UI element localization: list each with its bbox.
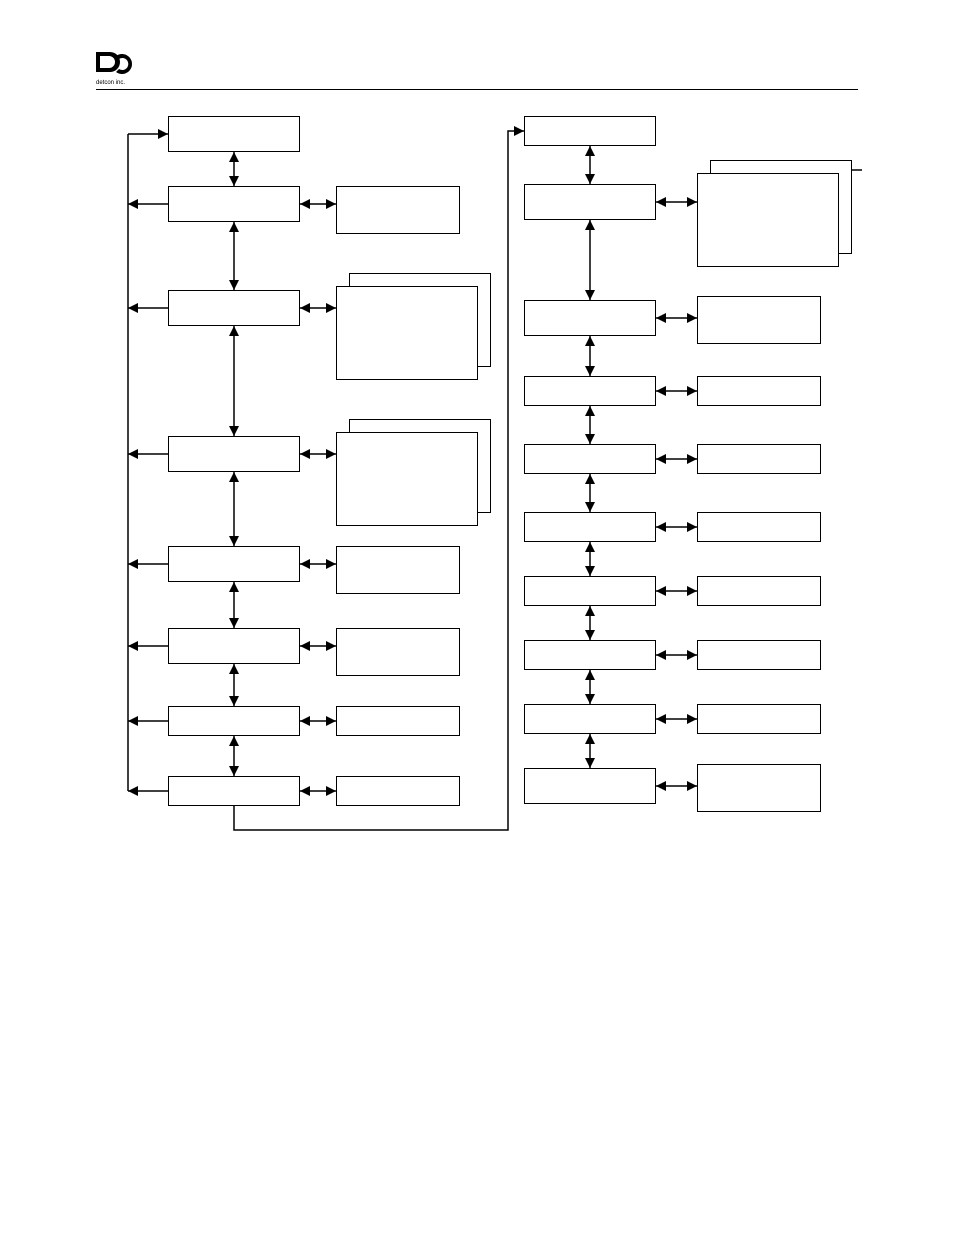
diagram-node-L7 [168, 776, 300, 806]
diagram-side-LS4 [336, 546, 460, 594]
diagram-node-R3 [524, 376, 656, 406]
diagram-side-LS2 [336, 286, 478, 380]
diagram-node-R6 [524, 576, 656, 606]
diagram-node-L2 [168, 290, 300, 326]
diagram-side-LS5 [336, 628, 460, 676]
diagram-side-RS7 [697, 640, 821, 670]
diagram-side-RS8 [697, 704, 821, 734]
brand-logo: detcon inc. [96, 52, 134, 86]
diagram-node-R1 [524, 184, 656, 220]
diagram-node-L0 [168, 116, 300, 152]
diagram-side-LS3 [336, 432, 478, 526]
diagram-side-RS2 [697, 296, 821, 344]
diagram-node-R8 [524, 704, 656, 734]
svg-text:detcon inc.: detcon inc. [96, 80, 125, 86]
diagram-node-L1 [168, 186, 300, 222]
diagram-side-RS3 [697, 376, 821, 406]
diagram-side-RS5 [697, 512, 821, 542]
diagram-side-LS7 [336, 776, 460, 806]
diagram-node-L5 [168, 628, 300, 664]
diagram-node-R0 [524, 116, 656, 146]
diagram-side-RS4 [697, 444, 821, 474]
diagram-node-L3 [168, 436, 300, 472]
diagram-node-R2 [524, 300, 656, 336]
diagram-node-L4 [168, 546, 300, 582]
diagram-side-RS1 [697, 173, 839, 267]
diagram-side-RS9 [697, 764, 821, 812]
diagram-node-R4 [524, 444, 656, 474]
diagram-node-L6 [168, 706, 300, 736]
diagram-side-LS1 [336, 186, 460, 234]
diagram-side-RS6 [697, 576, 821, 606]
diagram-node-R7 [524, 640, 656, 670]
diagram-side-LS6 [336, 706, 460, 736]
header-rule [96, 89, 858, 90]
diagram-node-R5 [524, 512, 656, 542]
diagram-node-R9 [524, 768, 656, 804]
